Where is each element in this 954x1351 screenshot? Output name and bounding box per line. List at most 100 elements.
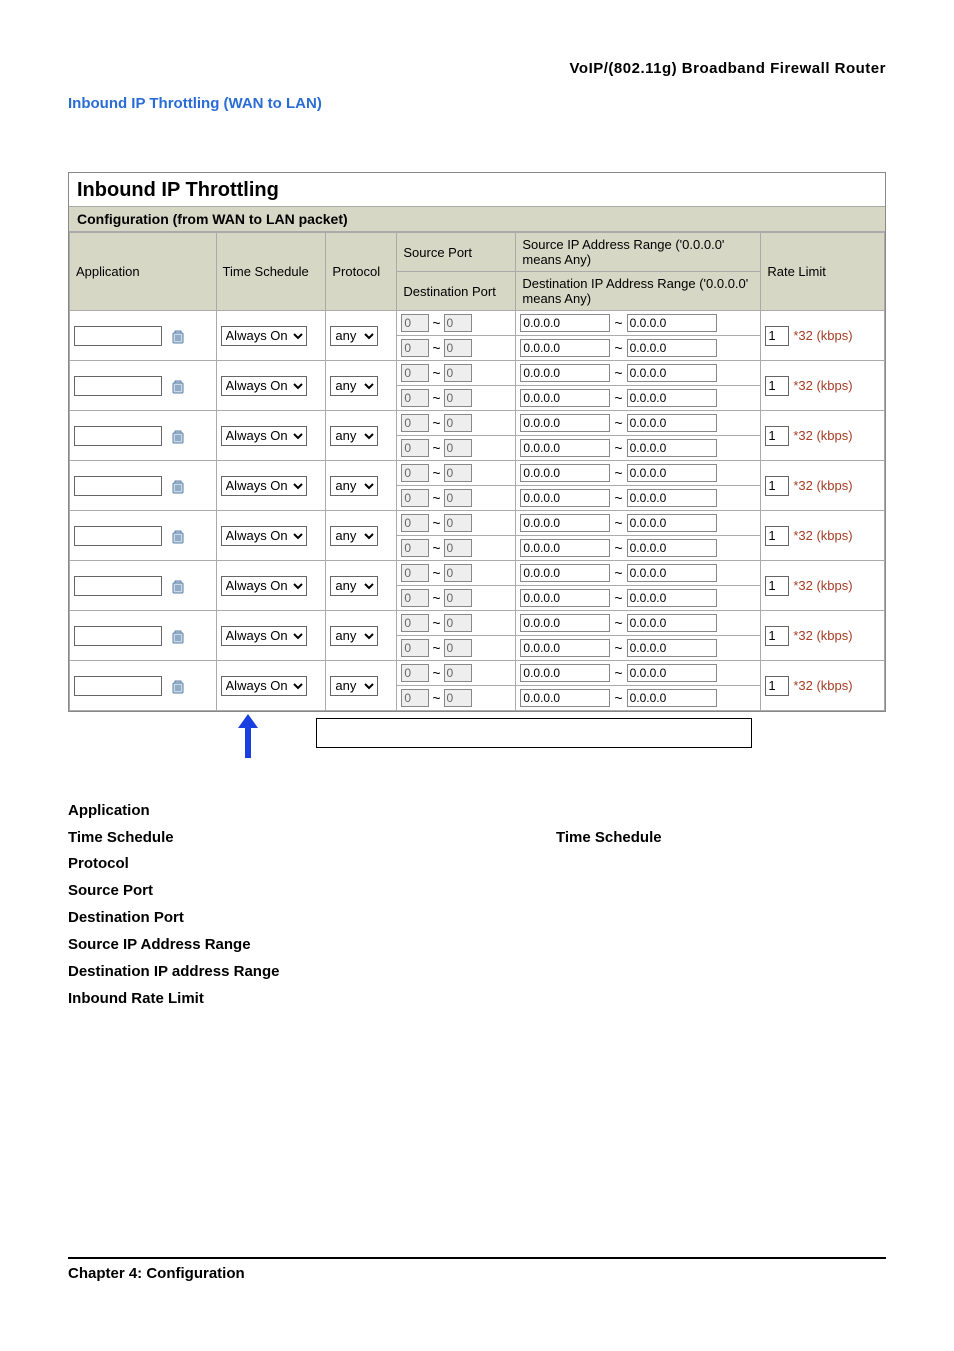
delete-icon[interactable] xyxy=(170,429,186,445)
source-port-from[interactable] xyxy=(401,514,429,532)
dest-port-from[interactable] xyxy=(401,589,429,607)
source-port-from[interactable] xyxy=(401,564,429,582)
dest-port-to[interactable] xyxy=(444,489,472,507)
source-port-to[interactable] xyxy=(444,364,472,382)
dest-ip-to[interactable] xyxy=(627,489,717,507)
source-port-from[interactable] xyxy=(401,664,429,682)
time-schedule-select[interactable]: Always On xyxy=(221,576,307,596)
source-port-to[interactable] xyxy=(444,564,472,582)
source-port-from[interactable] xyxy=(401,364,429,382)
dest-port-from[interactable] xyxy=(401,439,429,457)
dest-port-from[interactable] xyxy=(401,539,429,557)
rate-input[interactable] xyxy=(765,626,789,646)
dest-ip-from[interactable] xyxy=(520,539,610,557)
delete-icon[interactable] xyxy=(170,329,186,345)
source-ip-to[interactable] xyxy=(627,614,717,632)
rate-input[interactable] xyxy=(765,676,789,696)
source-ip-from[interactable] xyxy=(520,414,610,432)
dest-ip-to[interactable] xyxy=(627,339,717,357)
dest-ip-to[interactable] xyxy=(627,439,717,457)
dest-port-from[interactable] xyxy=(401,689,429,707)
dest-port-to[interactable] xyxy=(444,339,472,357)
time-schedule-select[interactable]: Always On xyxy=(221,476,307,496)
rate-input[interactable] xyxy=(765,326,789,346)
delete-icon[interactable] xyxy=(170,579,186,595)
protocol-select[interactable]: any xyxy=(330,326,378,346)
time-schedule-select[interactable]: Always On xyxy=(221,626,307,646)
delete-icon[interactable] xyxy=(170,529,186,545)
application-input[interactable] xyxy=(74,676,162,696)
source-ip-from[interactable] xyxy=(520,664,610,682)
application-input[interactable] xyxy=(74,426,162,446)
time-schedule-select[interactable]: Always On xyxy=(221,676,307,696)
dest-port-to[interactable] xyxy=(444,589,472,607)
rate-input[interactable] xyxy=(765,426,789,446)
source-ip-to[interactable] xyxy=(627,414,717,432)
time-schedule-select[interactable]: Always On xyxy=(221,426,307,446)
rate-input[interactable] xyxy=(765,376,789,396)
application-input[interactable] xyxy=(74,376,162,396)
dest-ip-from[interactable] xyxy=(520,439,610,457)
dest-port-to[interactable] xyxy=(444,639,472,657)
application-input[interactable] xyxy=(74,526,162,546)
source-port-to[interactable] xyxy=(444,414,472,432)
source-ip-to[interactable] xyxy=(627,314,717,332)
source-port-from[interactable] xyxy=(401,314,429,332)
protocol-select[interactable]: any xyxy=(330,576,378,596)
delete-icon[interactable] xyxy=(170,479,186,495)
dest-port-from[interactable] xyxy=(401,489,429,507)
application-input[interactable] xyxy=(74,576,162,596)
time-schedule-select[interactable]: Always On xyxy=(221,526,307,546)
dest-port-to[interactable] xyxy=(444,439,472,457)
time-schedule-select[interactable]: Always On xyxy=(221,376,307,396)
source-port-to[interactable] xyxy=(444,514,472,532)
source-port-to[interactable] xyxy=(444,614,472,632)
dest-port-to[interactable] xyxy=(444,539,472,557)
dest-port-to[interactable] xyxy=(444,689,472,707)
protocol-select[interactable]: any xyxy=(330,476,378,496)
source-port-from[interactable] xyxy=(401,614,429,632)
source-ip-from[interactable] xyxy=(520,464,610,482)
dest-ip-to[interactable] xyxy=(627,539,717,557)
source-ip-from[interactable] xyxy=(520,564,610,582)
dest-ip-to[interactable] xyxy=(627,639,717,657)
dest-ip-from[interactable] xyxy=(520,339,610,357)
rate-input[interactable] xyxy=(765,576,789,596)
source-port-to[interactable] xyxy=(444,664,472,682)
application-input[interactable] xyxy=(74,476,162,496)
source-ip-to[interactable] xyxy=(627,364,717,382)
dest-ip-to[interactable] xyxy=(627,389,717,407)
protocol-select[interactable]: any xyxy=(330,626,378,646)
dest-port-from[interactable] xyxy=(401,639,429,657)
source-ip-from[interactable] xyxy=(520,614,610,632)
source-ip-from[interactable] xyxy=(520,314,610,332)
dest-ip-from[interactable] xyxy=(520,589,610,607)
rate-input[interactable] xyxy=(765,476,789,496)
application-input[interactable] xyxy=(74,326,162,346)
delete-icon[interactable] xyxy=(170,679,186,695)
dest-ip-from[interactable] xyxy=(520,489,610,507)
dest-ip-from[interactable] xyxy=(520,639,610,657)
dest-port-from[interactable] xyxy=(401,389,429,407)
protocol-select[interactable]: any xyxy=(330,426,378,446)
source-ip-to[interactable] xyxy=(627,564,717,582)
dest-ip-to[interactable] xyxy=(627,589,717,607)
protocol-select[interactable]: any xyxy=(330,676,378,696)
source-ip-to[interactable] xyxy=(627,464,717,482)
dest-ip-to[interactable] xyxy=(627,689,717,707)
source-ip-from[interactable] xyxy=(520,364,610,382)
source-port-from[interactable] xyxy=(401,464,429,482)
protocol-select[interactable]: any xyxy=(330,526,378,546)
application-input[interactable] xyxy=(74,626,162,646)
protocol-select[interactable]: any xyxy=(330,376,378,396)
source-ip-from[interactable] xyxy=(520,514,610,532)
source-port-to[interactable] xyxy=(444,464,472,482)
source-port-to[interactable] xyxy=(444,314,472,332)
source-ip-to[interactable] xyxy=(627,664,717,682)
dest-ip-from[interactable] xyxy=(520,389,610,407)
source-port-from[interactable] xyxy=(401,414,429,432)
dest-port-to[interactable] xyxy=(444,389,472,407)
source-ip-to[interactable] xyxy=(627,514,717,532)
time-schedule-select[interactable]: Always On xyxy=(221,326,307,346)
delete-icon[interactable] xyxy=(170,629,186,645)
